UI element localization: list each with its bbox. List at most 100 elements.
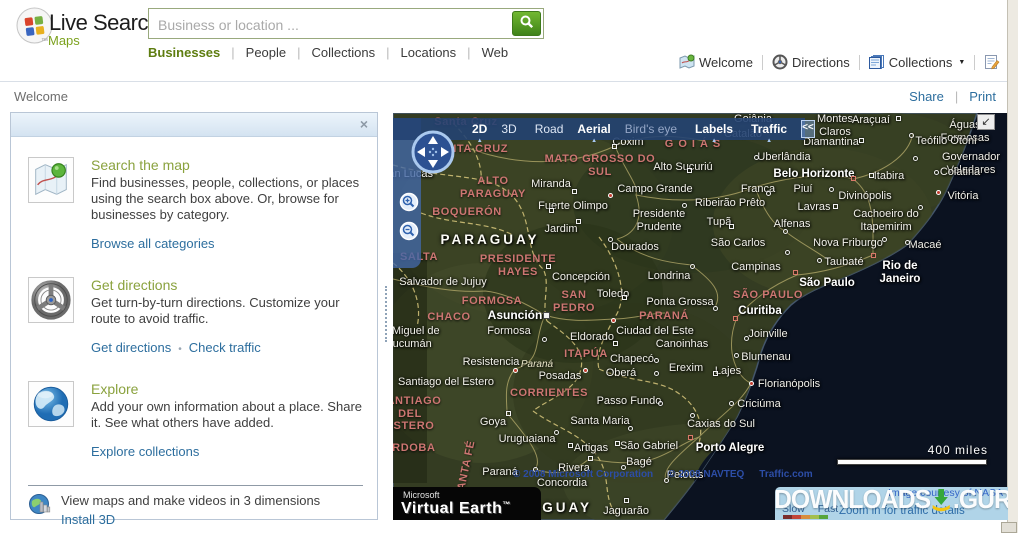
- toolbar-label: Directions: [791, 54, 850, 70]
- tab-separator: |: [467, 45, 471, 60]
- legend-color: [801, 515, 810, 519]
- traffic-legend: Image courtesy of NASA Slow Fast Zoom in…: [775, 487, 1008, 520]
- map-tool-bird-s-eye[interactable]: Bird's eye: [618, 122, 684, 136]
- header-toolbar: Welcome Directions Collections ▼: [679, 54, 1000, 70]
- section-text: Add your own information about a place. …: [91, 399, 363, 430]
- active-indicator: ▲: [766, 138, 773, 144]
- panel-divider: [28, 485, 363, 486]
- search-input[interactable]: [156, 13, 500, 36]
- maps-label: Maps: [48, 33, 80, 48]
- browse-all-categories-link[interactable]: Browse all categories: [91, 236, 215, 251]
- map-pin-icon: [28, 157, 74, 203]
- install-3d-link[interactable]: Install 3D: [61, 512, 115, 527]
- credit-text: © 2008 NAVTEQ: [668, 469, 745, 480]
- toolbar-separator: [761, 54, 763, 70]
- section-body: Search the map Find businesses, people, c…: [91, 157, 369, 253]
- trademark: ™: [41, 38, 48, 45]
- map-tool-labels[interactable]: Labels ▲: [688, 122, 740, 144]
- active-indicator: ▲: [591, 138, 598, 144]
- tab-businesses[interactable]: Businesses: [148, 45, 220, 60]
- live-search-maps-window: Live Search ™Maps Businesses|People|Coll…: [0, 0, 1018, 533]
- map-tool-road[interactable]: Road: [528, 122, 571, 136]
- scale-bar: [837, 459, 987, 465]
- map-tool-3d[interactable]: 3D: [494, 122, 523, 136]
- share-print-separator: |: [954, 89, 959, 104]
- legend-fast-label: Fast: [817, 503, 839, 515]
- tab-separator: |: [297, 45, 301, 60]
- search-box: [148, 8, 544, 39]
- nasa-credit: Image courtesy of NASA: [888, 487, 1003, 499]
- zoom-in-button[interactable]: [399, 192, 419, 212]
- legend-color: [810, 515, 819, 519]
- map-tool-aerial[interactable]: Aerial ▲: [570, 122, 617, 144]
- map-canvas[interactable]: Santa CruzGoiâniaCatalãoSan LucasSANTA C…: [393, 113, 1008, 520]
- section-body: Explore Add your own information about a …: [91, 381, 369, 461]
- share-print: Share | Print: [909, 89, 996, 104]
- explore-collections-link[interactable]: Explore collections: [91, 444, 199, 459]
- search-icon: [520, 15, 533, 29]
- link-separator: •: [178, 344, 182, 355]
- welcome-panel: × Search the map Find businesses, people,…: [10, 112, 378, 527]
- zoom-out-button[interactable]: [399, 221, 419, 241]
- brand-maps: ™Maps: [41, 33, 80, 48]
- toolbar-separator: [974, 54, 976, 70]
- check-traffic-link[interactable]: Check traffic: [189, 340, 261, 355]
- section-title: Explore: [91, 381, 139, 397]
- page-title: Welcome: [14, 89, 68, 104]
- map-expand-button[interactable]: ↙: [977, 114, 995, 130]
- toolbar-label: Collections: [888, 54, 953, 70]
- welcome-button[interactable]: Welcome: [679, 54, 753, 70]
- scrollbar[interactable]: [1007, 0, 1018, 533]
- traffic-zoom-hint: Zoom in for traffic details: [839, 505, 965, 517]
- tab-people[interactable]: People: [246, 45, 286, 60]
- get-directions-link[interactable]: Get directions: [91, 340, 171, 355]
- scale-label: 400 miles: [927, 443, 988, 457]
- share-link[interactable]: Share: [909, 89, 944, 104]
- tab-locations[interactable]: Locations: [401, 45, 457, 60]
- section-body: Get directions Get turn-by-turn direction…: [91, 277, 369, 357]
- wheel-icon: [772, 54, 788, 70]
- section-text: Get turn-by-turn directions. Customize y…: [91, 295, 340, 326]
- virtual-earth-logo: Microsoft Virtual Earth™: [393, 487, 541, 520]
- panel-sections: Search the map Find businesses, people, c…: [11, 137, 377, 461]
- legend-color: [783, 515, 792, 519]
- chevron-down-icon: ▼: [958, 58, 966, 66]
- panel-section: Get directions Get turn-by-turn direction…: [28, 277, 377, 357]
- resize-grip[interactable]: [1001, 522, 1017, 533]
- toolbar-separator: [858, 54, 860, 70]
- virtual-earth-label: Virtual Earth™: [401, 500, 511, 517]
- section-title: Search the map: [91, 157, 190, 173]
- tab-separator: |: [386, 45, 390, 60]
- map-tool-traffic[interactable]: Traffic ▲: [744, 122, 794, 144]
- tab-collections[interactable]: Collections: [312, 45, 376, 60]
- tab-separator: |: [231, 45, 235, 60]
- collections-button[interactable]: Collections ▼: [868, 54, 966, 70]
- steering-wheel-icon: [28, 277, 74, 323]
- map-tool-2d[interactable]: 2D ▲: [465, 122, 494, 144]
- map-icon: [679, 54, 695, 70]
- legend-color: [819, 515, 828, 519]
- splitter-handle[interactable]: [385, 286, 391, 342]
- compass-control[interactable]: [410, 129, 456, 175]
- toolbar-label: Welcome: [699, 54, 753, 70]
- header: Live Search ™Maps Businesses|People|Coll…: [0, 0, 1008, 82]
- panel-close-button[interactable]: ×: [360, 116, 368, 132]
- search-button[interactable]: [512, 11, 541, 36]
- tab-web[interactable]: Web: [482, 45, 509, 60]
- traffic-gradient: [783, 515, 828, 519]
- note-button[interactable]: [984, 54, 1000, 70]
- panel-section: Search the map Find businesses, people, c…: [28, 157, 377, 253]
- section-text: Find businesses, people, collections, or…: [91, 175, 360, 222]
- active-indicator: ▲: [476, 138, 483, 144]
- nav-tabs: Businesses | People | Collections | Locations |…: [148, 45, 508, 60]
- directions-button[interactable]: Directions: [772, 54, 850, 70]
- collapse-panel-button[interactable]: <<: [801, 120, 815, 138]
- active-indicator: ▲: [711, 138, 718, 144]
- legend-slow-label: Slow: [782, 503, 805, 515]
- section-title: Get directions: [91, 277, 178, 293]
- map-credits: © 2008 Microsoft Corporation © 2008 NAVTE…: [513, 469, 813, 480]
- section-links: Explore collections: [91, 443, 369, 461]
- print-link[interactable]: Print: [969, 89, 996, 104]
- note-icon: [984, 54, 1000, 70]
- microsoft-label: Microsoft: [403, 490, 440, 500]
